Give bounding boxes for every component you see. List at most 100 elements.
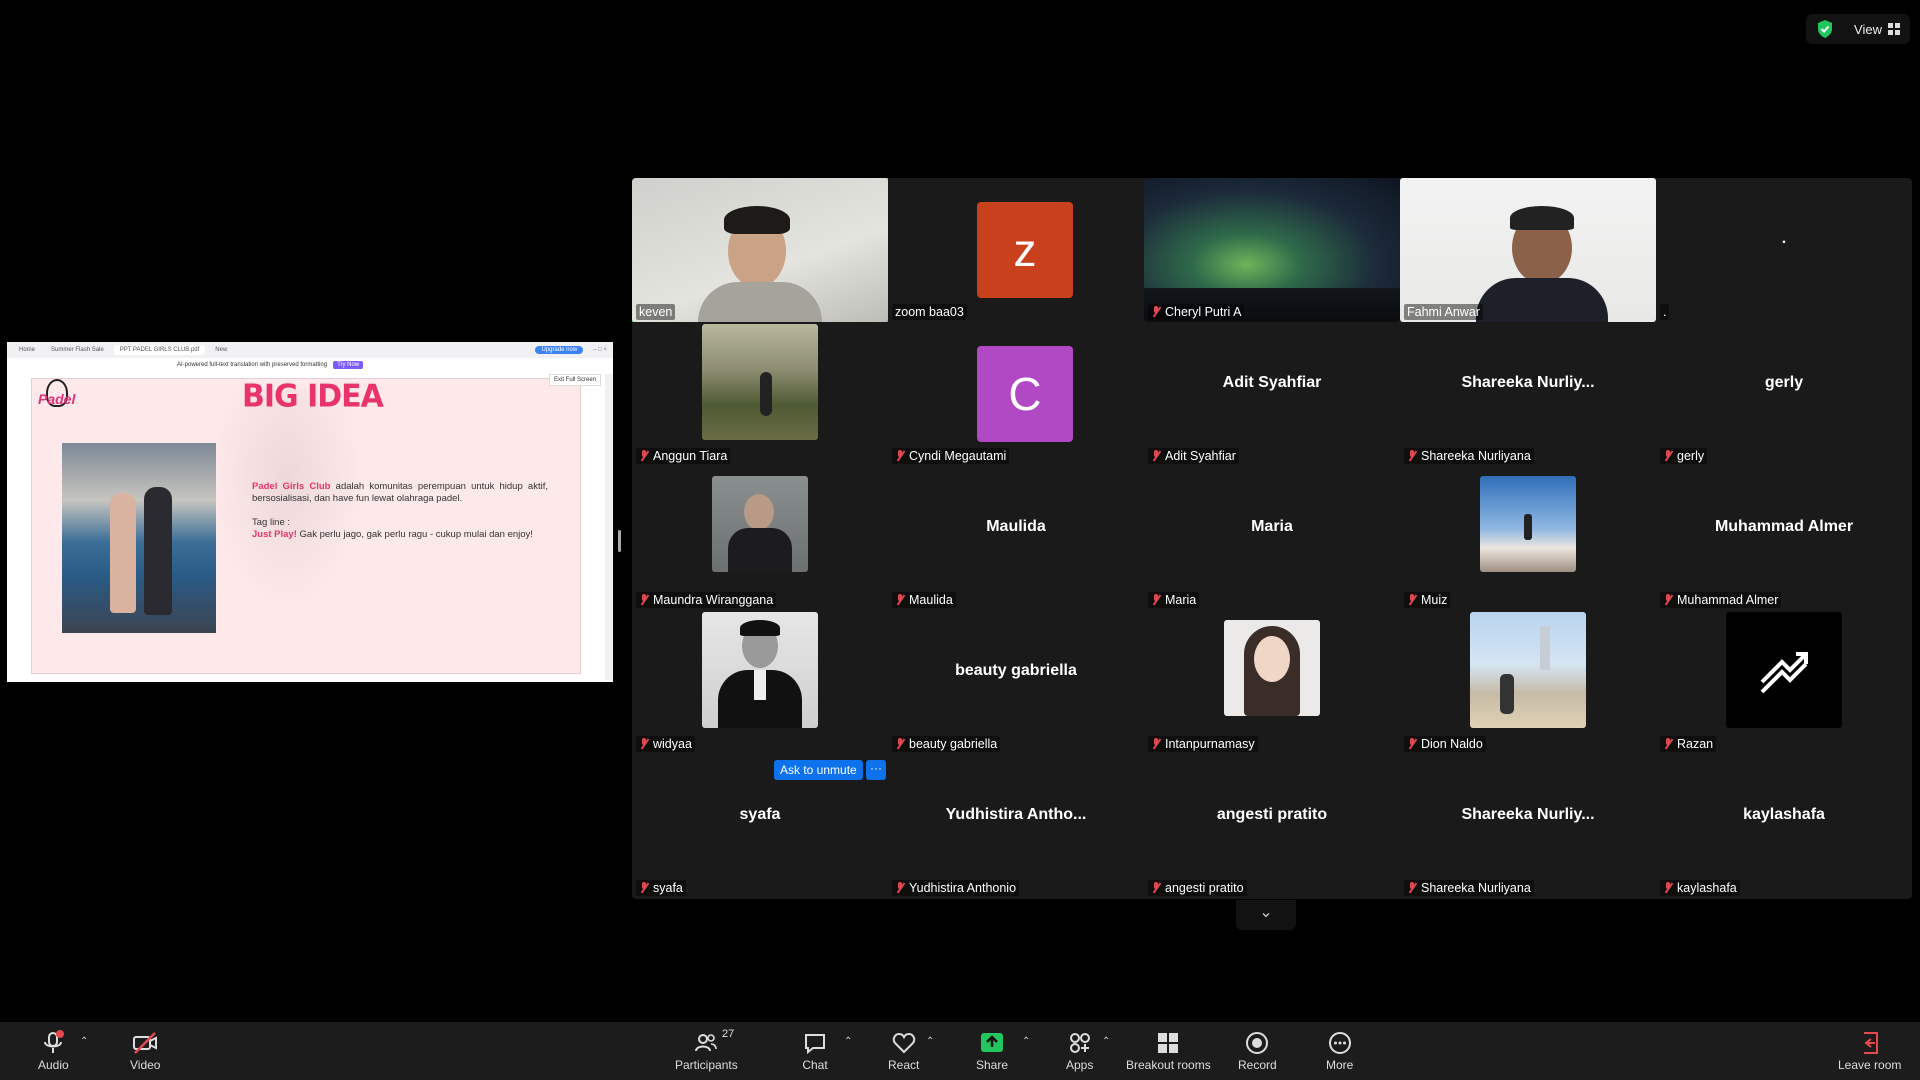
chat-caret-icon[interactable]: ⌃ <box>844 1036 852 1047</box>
view-button[interactable]: View <box>1844 22 1900 37</box>
mic-muted-icon <box>1663 594 1673 606</box>
participant-tile[interactable]: angesti pratito angesti pratito <box>1144 754 1400 898</box>
tab-home[interactable]: Home <box>13 345 41 355</box>
participant-name: Fahmi Anwar <box>1407 305 1480 319</box>
share-label: Share <box>976 1058 1009 1072</box>
participant-tile[interactable]: .. <box>1656 178 1912 322</box>
apps-caret-icon[interactable]: ⌃ <box>1102 1036 1110 1047</box>
mic-muted-icon <box>895 882 905 894</box>
mic-muted-icon <box>1407 882 1417 894</box>
leave-room-button[interactable]: Leave room <box>1838 1030 1901 1072</box>
participant-avatar-photo <box>702 612 818 728</box>
slide-body: Padel Girls Club adalah komunitas peremp… <box>252 481 548 541</box>
participant-name-label: Yudhistira Anthonio <box>892 880 1020 896</box>
mic-muted-icon <box>1407 738 1417 750</box>
audio-button[interactable]: Audio <box>38 1030 69 1072</box>
breakout-rooms-button[interactable]: Breakout rooms <box>1126 1030 1211 1072</box>
participant-tile[interactable]: z zoom baa03 <box>888 178 1144 322</box>
tab-flash-sale[interactable]: Summer Flash Sale <box>45 345 110 355</box>
microphone-icon <box>44 1030 65 1053</box>
participant-name-label: angesti pratito <box>1148 880 1247 896</box>
participant-name-label: Anggun Tiara <box>636 448 731 464</box>
mic-muted-icon <box>639 882 649 894</box>
mic-muted-icon <box>639 450 649 462</box>
participant-name-label: . <box>1660 304 1670 320</box>
participant-display-name: Maria <box>1251 518 1293 535</box>
video-button[interactable]: Video <box>130 1030 160 1072</box>
share-caret-icon[interactable]: ⌃ <box>1022 1036 1030 1047</box>
participant-tile[interactable]: Maria Maria <box>1144 466 1400 610</box>
participant-display-name: Muhammad Almer <box>1714 518 1854 535</box>
upgrade-button[interactable]: Upgrade now <box>535 346 584 354</box>
participant-tile[interactable]: kaylashafa kaylashafa <box>1656 754 1912 898</box>
participant-tile[interactable]: keven <box>632 178 888 322</box>
participant-tile[interactable]: Anggun Tiara <box>632 322 888 466</box>
breakout-rooms-icon <box>1158 1033 1179 1053</box>
participant-name-label: Adit Syahfiar <box>1148 448 1239 464</box>
chat-button[interactable]: Chat <box>802 1030 828 1072</box>
mic-muted-icon <box>1663 882 1673 894</box>
more-button[interactable]: More <box>1326 1030 1353 1072</box>
tagline-rest: Gak perlu jago, gak perlu ragu - cukup m… <box>299 529 533 540</box>
tab-new[interactable]: New <box>209 345 233 355</box>
participant-name: Anggun Tiara <box>653 449 728 463</box>
record-label: Record <box>1238 1058 1277 1072</box>
participant-tile[interactable]: Maulida Maulida <box>888 466 1144 610</box>
participant-tile[interactable]: Cheryl Putri A <box>1144 178 1400 322</box>
participant-tile[interactable]: Yudhistira Antho... Yudhistira Anthonio <box>888 754 1144 898</box>
react-label: React <box>888 1058 920 1072</box>
participant-name: keven <box>639 305 673 319</box>
participant-name: Adit Syahfiar <box>1165 449 1236 463</box>
participant-display-name: . <box>1781 230 1787 247</box>
participant-tile[interactable]: Adit Syahfiar Adit Syahfiar <box>1144 322 1400 466</box>
participant-tile[interactable]: Intanpurnamasy <box>1144 610 1400 754</box>
translation-banner: AI-powered full-text translation with pr… <box>7 358 613 372</box>
participant-name: zoom baa03 <box>895 305 964 319</box>
share-button[interactable]: Share <box>976 1030 1008 1072</box>
participant-tile[interactable]: Razan <box>1656 610 1912 754</box>
brand-name: Padel Girls Club <box>252 481 331 492</box>
shared-screen[interactable]: Home Summer Flash Sale PPT PADEL GIRLS C… <box>7 342 613 682</box>
participant-name-label: zoom baa03 <box>892 304 967 320</box>
participant-tile[interactable]: Muhammad Almer Muhammad Almer <box>1656 466 1912 610</box>
participant-name-label: Intanpurnamasy <box>1148 736 1258 752</box>
window-controls[interactable]: – □ × <box>587 347 613 353</box>
participant-tile[interactable]: Dion Naldo <box>1400 610 1656 754</box>
participant-tile[interactable]: Shareeka Nurliy... Shareeka Nurliyana <box>1400 754 1656 898</box>
react-button[interactable]: React <box>888 1030 919 1072</box>
mic-muted-icon <box>895 594 905 606</box>
exit-fullscreen-button[interactable]: Exit Full Screen <box>548 374 601 386</box>
participant-logo-avatar <box>1726 612 1842 728</box>
banner-text: AI-powered full-text translation with pr… <box>177 362 328 368</box>
participant-tile[interactable]: C Cyndi Megautami <box>888 322 1144 466</box>
apps-icon <box>1069 1033 1090 1053</box>
record-button[interactable]: Record <box>1238 1030 1277 1072</box>
apps-button[interactable]: Apps <box>1066 1030 1093 1072</box>
participant-tile[interactable]: Maundra Wiranggana <box>632 466 888 610</box>
mic-muted-icon <box>1151 450 1161 462</box>
ask-to-unmute-button[interactable]: Ask to unmute <box>774 760 863 780</box>
mic-muted-icon <box>895 450 905 462</box>
participant-video <box>632 178 888 322</box>
participant-name-label: Cheryl Putri A <box>1148 304 1245 320</box>
participant-display-name: syafa <box>739 806 781 823</box>
participant-tile[interactable]: beauty gabriella beauty gabriella <box>888 610 1144 754</box>
gallery-collapse-chevron-icon[interactable]: ⌄ <box>1236 900 1296 930</box>
try-now-button[interactable]: Try Now <box>333 361 364 369</box>
pdf-scrollbar[interactable] <box>605 374 613 680</box>
security-shield-icon[interactable] <box>1816 19 1834 39</box>
slide-logo: Padel <box>38 391 76 407</box>
react-caret-icon[interactable]: ⌃ <box>926 1036 934 1047</box>
participant-display-name: Adit Syahfiar <box>1222 374 1322 391</box>
participant-tile[interactable]: widyaa <box>632 610 888 754</box>
participant-tile[interactable]: Muiz <box>1400 466 1656 610</box>
participant-name-label: Muiz <box>1404 592 1451 608</box>
participant-avatar-photo <box>712 476 808 572</box>
participant-tile[interactable]: Fahmi Anwar <box>1400 178 1656 322</box>
split-divider-handle[interactable] <box>618 530 621 552</box>
participant-tile[interactable]: gerly gerly <box>1656 322 1912 466</box>
audio-caret-icon[interactable]: ⌃ <box>80 1036 88 1047</box>
tab-pdf[interactable]: PPT PADEL GIRLS CLUB.pdf <box>113 345 206 355</box>
participant-tile[interactable]: Shareeka Nurliy... Shareeka Nurliyana <box>1400 322 1656 466</box>
more-options-button[interactable]: ··· <box>866 760 886 780</box>
